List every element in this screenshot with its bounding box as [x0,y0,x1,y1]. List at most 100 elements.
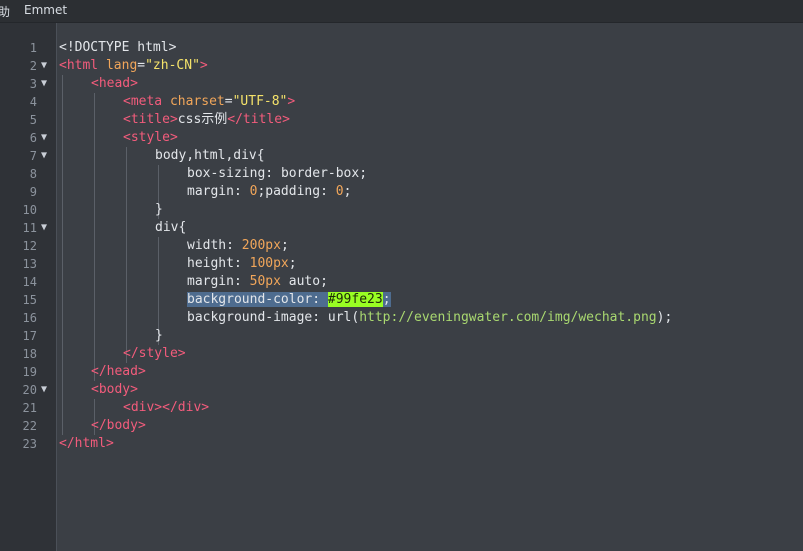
line-number: 12 [22,239,37,253]
line-number: 4 [29,95,37,109]
line-number: 14 [22,275,37,289]
fold-arrow-icon[interactable]: ▼ [41,75,47,93]
code-token: height [187,256,234,271]
fold-arrow-icon[interactable]: ▼ [41,381,47,399]
code-token: css示例 [177,112,228,127]
indent-guide [94,93,95,381]
code-token: </title> [227,112,290,127]
code-text: height: 100px; [187,255,297,273]
code-token: ); [656,310,673,325]
code-token: auto [280,274,321,289]
menu-item-help[interactable]: 助 [0,3,10,20]
code-token: "UTF-8" [232,94,288,109]
code-text: margin: 50px auto; [187,273,328,291]
code-text: background-image: url(http://eveningwate… [187,309,672,327]
code-text: background-color: #99fe23; [187,291,391,309]
line-number: 22 [22,419,37,433]
code-token: ; [280,238,289,253]
code-text: box-sizing: border-box; [187,165,367,183]
code-token: <html [59,58,99,73]
code-token: body,html,div{ [155,148,265,163]
code-text: </head> [91,363,146,381]
line-number: 16 [22,311,37,325]
code-token: > [199,58,208,73]
code-text: <title>css示例</title> [123,111,290,129]
line-number: 8 [29,167,37,181]
code-text: <head> [91,75,138,93]
code-token: <head> [91,76,138,91]
code-token: lang [98,58,138,73]
code-token: 200px [241,238,281,253]
code-token: </style> [123,346,186,361]
code-text: <body> [91,381,138,399]
code-token: } [155,328,163,343]
code-token: <body> [91,382,138,397]
indent-guide [62,75,63,435]
line-number: 17 [22,329,37,343]
fold-arrow-icon[interactable]: ▼ [41,129,47,147]
code-token: background-color: [187,292,328,307]
code-token: = [137,58,146,73]
code-token: : [233,184,250,199]
line-number: 10 [22,203,37,217]
code-token: 0 [335,184,344,199]
fold-arrow-icon[interactable]: ▼ [41,219,47,237]
indent-guide [126,147,127,363]
code-token: : [233,274,250,289]
code-token: ; [320,274,328,289]
code-token: <title> [123,112,178,127]
code-token: </html> [59,436,114,451]
code-token: #99fe23 [327,292,383,307]
code-token: 50px [249,274,281,289]
code-text: margin: 0;padding: 0; [187,183,351,201]
line-number: 20 [22,383,37,397]
code-token: charset [162,94,225,109]
code-token: background-image [187,310,313,325]
line-number: 18 [22,347,37,361]
code-text: div{ [155,219,186,237]
line-number: 3 [29,77,37,91]
line-number: 6 [29,131,37,145]
line-number: 7 [29,149,37,163]
code-token: <meta [123,94,163,109]
code-editor[interactable]: 1 <!DOCTYPE html> 2 ▼ <html lang="zh-CN"> 3 ▼ <… [0,23,803,551]
menu-item-emmet[interactable]: Emmet [24,3,67,17]
code-token: width [187,238,227,253]
code-token: url( [327,310,360,325]
code-text: </style> [123,345,186,363]
code-text: </html> [59,435,114,453]
code-token: margin [187,184,234,199]
fold-arrow-icon[interactable]: ▼ [41,57,47,75]
code-token: border-box [280,166,360,181]
line-number: 5 [29,113,37,127]
code-token: > [287,94,296,109]
code-text: <html lang="zh-CN"> [59,57,208,75]
code-token: = [224,94,233,109]
code-token: ; [382,292,391,307]
code-token: ; [288,256,297,271]
code-token: } [155,202,163,217]
line-number: 23 [22,437,37,451]
code-text: } [155,201,163,219]
menu-bar: 助 Emmet [0,0,803,23]
code-token: box-sizing [187,166,266,181]
code-token: : [226,238,242,253]
line-number: 9 [29,185,37,199]
code-token: : [265,166,281,181]
line-number: 2 [29,59,37,73]
code-token: padding [265,184,321,199]
code-token: "zh-CN" [145,58,200,73]
line-number: 1 [29,41,37,55]
code-token: </head> [91,364,146,379]
code-token: ; [343,184,352,199]
fold-arrow-icon[interactable]: ▼ [41,147,47,165]
code-text: <style> [123,129,178,147]
code-text: </body> [91,417,146,435]
code-text: <meta charset="UTF-8"> [123,93,295,111]
code-token: <!DOCTYPE html> [59,40,177,55]
line-number: 19 [22,365,37,379]
code-token: margin [187,274,234,289]
code-text: <!DOCTYPE html> [59,39,176,57]
code-token: <style> [123,130,178,145]
code-token: div{ [155,220,187,235]
